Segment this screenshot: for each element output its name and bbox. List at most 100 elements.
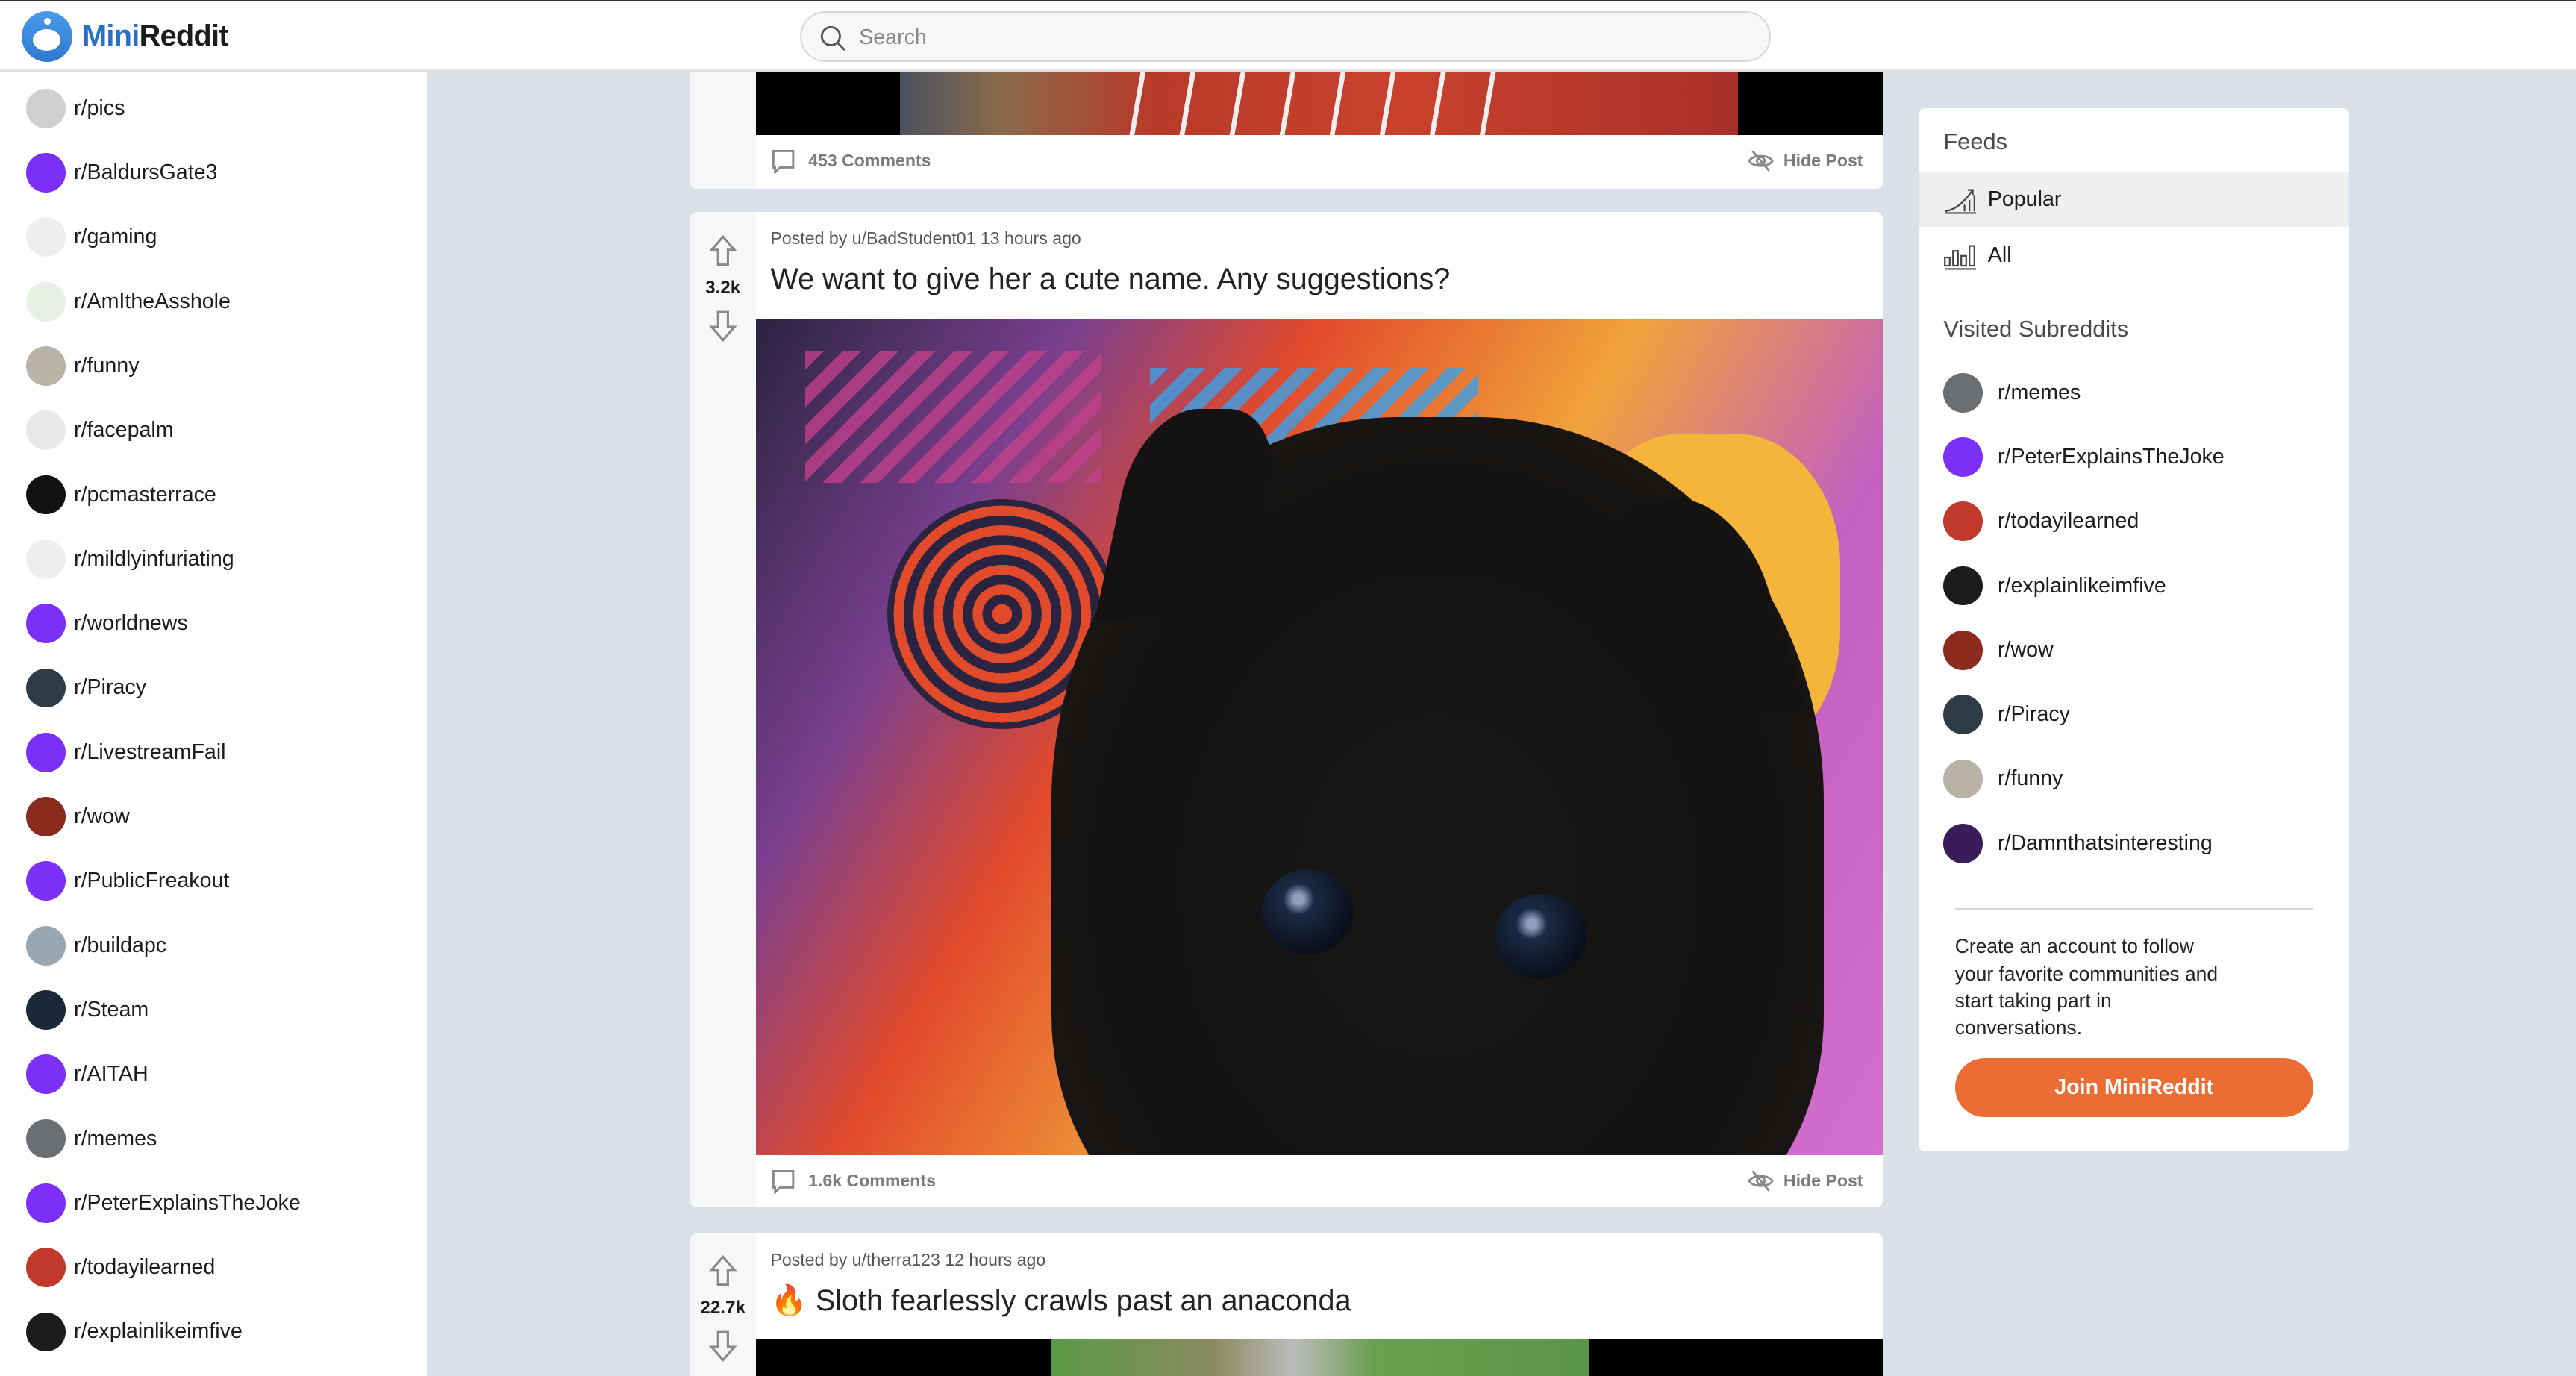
subreddit-avatar-icon — [26, 925, 66, 966]
sidebar-item[interactable]: r/BaldursGate3 — [26, 151, 217, 194]
post-image[interactable] — [755, 1339, 1883, 1376]
visited-subreddit-label: r/wow — [1998, 637, 2054, 662]
sidebar-item[interactable]: r/memes — [26, 1117, 157, 1160]
subreddit-avatar-icon — [1943, 759, 1983, 799]
subreddit-avatar-icon — [1943, 630, 1983, 670]
subreddit-avatar-icon — [26, 539, 66, 579]
signup-prompt: Create an account to follow your favorit… — [1954, 935, 2219, 1039]
downvote-icon[interactable] — [708, 1330, 738, 1363]
upvote-icon[interactable] — [708, 1254, 738, 1286]
sidebar-item[interactable]: r/wow — [26, 795, 130, 838]
search-input[interactable] — [859, 21, 1746, 54]
sidebar-item[interactable]: r/AmItheAsshole — [26, 281, 231, 323]
sidebar-item[interactable]: r/AITAH — [26, 1053, 149, 1095]
post-title[interactable]: We want to give her a cute name. Any sug… — [770, 263, 1450, 296]
hide-post-button[interactable]: Hide Post — [1748, 148, 1863, 174]
visited-subreddit[interactable]: r/Damnthatsinteresting — [1943, 822, 2213, 865]
visited-subreddit[interactable]: r/funny — [1943, 757, 2063, 800]
sidebar-item[interactable]: r/Steam — [26, 989, 149, 1031]
comment-icon — [772, 1170, 795, 1195]
downvote-icon[interactable] — [708, 310, 738, 342]
eye-slash-icon — [1748, 1170, 1774, 1192]
subreddit-avatar-icon — [26, 88, 66, 128]
sidebar-item-label: r/PeterExplainsTheJoke — [74, 1190, 301, 1215]
subreddit-avatar-icon — [26, 217, 66, 257]
sidebar-item[interactable]: r/todayilearned — [26, 1246, 215, 1289]
subreddit-avatar-icon — [26, 153, 66, 193]
feed-all[interactable]: All — [1919, 228, 2349, 283]
visited-subreddit[interactable]: r/todayilearned — [1943, 500, 2139, 542]
sidebar-item[interactable]: r/LivestreamFail — [26, 731, 226, 774]
sidebar-item[interactable]: r/worldnews — [26, 602, 188, 645]
sidebar-item[interactable]: r/funny — [26, 345, 140, 387]
subreddit-avatar-icon — [26, 1312, 66, 1352]
visited-subreddit-label: r/todayilearned — [1998, 509, 2139, 534]
subreddit-avatar-icon — [1943, 437, 1983, 477]
sidebar-item[interactable]: r/PublicFreakout — [26, 860, 229, 902]
sidebar-item-label: r/PublicFreakout — [74, 869, 230, 893]
visited-subreddit[interactable]: r/memes — [1943, 372, 2081, 414]
post-card: 3.2k Posted by u/BadStudent01 13 hours a… — [690, 211, 1883, 1208]
visited-subreddit[interactable]: r/explainlikeimfive — [1943, 564, 2166, 607]
visited-subreddit-label: r/funny — [1998, 766, 2063, 791]
post-title[interactable]: 🔥 Sloth fearlessly crawls past an anacon… — [770, 1283, 1351, 1318]
subreddit-avatar-icon — [26, 475, 66, 515]
hide-post-button[interactable]: Hide Post — [1748, 1168, 1863, 1194]
sidebar-item[interactable]: r/mildlyinfuriating — [26, 538, 234, 581]
post-meta: Posted by u/BadStudent01 13 hours ago — [770, 228, 1081, 248]
comment-icon — [772, 150, 795, 175]
sidebar-item[interactable]: r/explainlikeimfive — [26, 1310, 243, 1353]
post-meta: Posted by u/therra123 12 hours ago — [770, 1250, 1046, 1270]
vote-column: 22.7k — [690, 1233, 756, 1376]
post-card: 22.7k Posted by u/therra123 12 hours ago… — [690, 1233, 1883, 1376]
sidebar-item-label: r/pcmasterrace — [74, 482, 216, 507]
subreddit-avatar-icon — [26, 797, 66, 836]
brand-name[interactable]: MiniReddit — [82, 19, 228, 53]
sidebar-item[interactable]: r/gaming — [26, 216, 157, 258]
visited-subreddit-label: r/PeterExplainsTheJoke — [1998, 444, 2225, 469]
feed-popular[interactable]: Popular — [1919, 172, 2350, 227]
visited-subreddit[interactable]: r/Piracy — [1943, 693, 2070, 736]
sidebar-item-label: r/LivestreamFail — [74, 739, 226, 764]
sidebar-item-label: r/facepalm — [74, 418, 174, 442]
sidebar-item[interactable]: r/facepalm — [26, 409, 174, 451]
post-image[interactable] — [755, 319, 1883, 1155]
post-image[interactable] — [755, 72, 1883, 135]
top-header: MiniReddit — [0, 0, 2576, 71]
join-button[interactable]: Join MiniReddit — [1954, 1057, 2313, 1117]
subreddit-avatar-icon — [1943, 823, 1983, 863]
subreddit-avatar-icon — [26, 346, 66, 386]
vote-column: 3.2k — [690, 211, 756, 1208]
subreddit-avatar-icon — [26, 410, 66, 451]
visited-subreddit[interactable]: r/PeterExplainsTheJoke — [1943, 436, 2225, 478]
sidebar-item[interactable]: r/pcmasterrace — [26, 473, 216, 516]
visited-subreddit[interactable]: r/wow — [1943, 629, 2054, 672]
subreddit-avatar-icon — [1943, 566, 1983, 606]
minireddit-logo-icon[interactable] — [21, 11, 72, 63]
subreddit-avatar-icon — [26, 732, 66, 772]
sidebar-item[interactable]: r/Piracy — [26, 666, 146, 709]
visited-subreddit-label: r/memes — [1998, 380, 2081, 404]
sidebar-item-label: r/gaming — [74, 225, 157, 249]
sidebar-item[interactable]: r/PeterExplainsTheJoke — [26, 1182, 301, 1225]
search-bar[interactable] — [800, 11, 1772, 63]
subreddit-avatar-icon — [26, 668, 66, 708]
subreddit-avatar-icon — [26, 1119, 66, 1159]
sidebar-item-label: r/mildlyinfuriating — [74, 546, 234, 571]
upvote-icon[interactable] — [708, 234, 738, 266]
subreddit-avatar-icon — [26, 281, 66, 322]
divider — [1954, 908, 2313, 910]
right-panel: Feeds Popular All Visited Subreddits r/m… — [1919, 108, 2350, 1152]
sidebar-item-label: r/BaldursGate3 — [74, 160, 218, 185]
subreddit-avatar-icon — [26, 861, 66, 901]
comments-link[interactable]: 1.6k Comments — [770, 1168, 936, 1195]
sidebar-item[interactable]: r/pics — [26, 87, 125, 130]
subreddit-avatar-icon — [26, 1183, 66, 1223]
bar-chart-icon — [1944, 245, 1977, 270]
feeds-heading: Feeds — [1943, 128, 2007, 154]
subreddit-avatar-icon — [26, 1248, 66, 1288]
comments-link[interactable]: 453 Comments — [770, 148, 931, 175]
sidebar-item[interactable]: r/buildapc — [26, 925, 166, 967]
vote-count: 22.7k — [700, 1298, 745, 1319]
subreddit-avatar-icon — [26, 990, 66, 1030]
